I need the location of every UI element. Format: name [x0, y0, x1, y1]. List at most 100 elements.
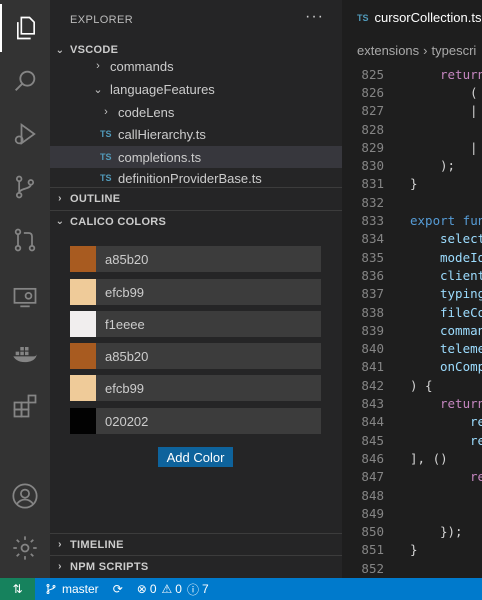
- color-item[interactable]: efcb99: [70, 279, 321, 305]
- color-swatch: [70, 311, 96, 337]
- tree-item-callhierarchy[interactable]: TS callHierarchy.ts: [50, 123, 342, 145]
- sync-icon[interactable]: ⟳: [113, 582, 123, 596]
- editor-tab[interactable]: TS cursorCollection.ts: [342, 0, 482, 35]
- info-count: 7: [201, 582, 209, 596]
- line-text: );: [440, 158, 456, 174]
- search-icon[interactable]: [0, 57, 50, 105]
- branch-status[interactable]: master: [45, 582, 99, 596]
- source-control-icon[interactable]: [0, 163, 50, 211]
- problems-status[interactable]: ⊗ 0 ⚠ 0 ⓘ 7: [137, 581, 209, 598]
- line-text: export fun: [410, 213, 482, 229]
- line-text: select: [440, 231, 482, 247]
- line-text: return: [440, 66, 482, 82]
- extensions-icon[interactable]: [0, 382, 50, 430]
- tree-item-codelens[interactable]: › codeLens: [50, 101, 342, 123]
- code-line: 851}: [342, 541, 482, 559]
- npm-scripts-section-header[interactable]: › NPM SCRIPTS: [50, 555, 342, 577]
- docker-icon[interactable]: [0, 330, 50, 378]
- chevron-right-icon: ›: [96, 60, 100, 72]
- line-text: re: [470, 469, 482, 485]
- color-label: f1eeee: [96, 311, 321, 337]
- tree-item-definitionproviderbase[interactable]: TS definitionProviderBase.ts: [50, 169, 342, 187]
- tree-item-commands[interactable]: › commands: [50, 55, 342, 77]
- line-number: 844: [361, 414, 384, 430]
- line-number: 849: [361, 505, 384, 521]
- line-number: 832: [361, 194, 384, 210]
- typescript-file-icon: TS: [100, 152, 112, 162]
- code-area[interactable]: 825 return 826(827 | 828 829 | 830); 831} 832 833 e…: [342, 65, 482, 578]
- info-icon: ⓘ: [186, 582, 199, 597]
- line-number: 845: [361, 432, 384, 448]
- color-item[interactable]: efcb99: [70, 375, 321, 401]
- chevron-right-icon: ›: [423, 42, 428, 58]
- color-label: a85b20: [96, 343, 321, 369]
- outline-section-header[interactable]: › OUTLINE: [50, 187, 342, 209]
- tree-item-label: commands: [110, 58, 174, 74]
- typescript-file-icon: TS: [100, 173, 112, 183]
- code-line: 840 teleme: [342, 340, 482, 358]
- line-text: modeId: [440, 249, 482, 265]
- line-number: 827: [361, 103, 384, 119]
- status-bar: ⇅ master ⟳ ⊗ 0 ⚠ 0 ⓘ 7: [0, 578, 482, 600]
- settings-gear-icon[interactable]: [0, 524, 50, 572]
- chevron-right-icon: ›: [58, 539, 62, 550]
- code-line: 826 (: [342, 83, 482, 101]
- tree-item-languagefeatures[interactable]: ⌄ languageFeatures: [50, 78, 342, 100]
- line-number: 838: [361, 304, 384, 320]
- code-line: 839 comman: [342, 321, 482, 339]
- npm-scripts-title: NPM SCRIPTS: [70, 560, 149, 573]
- typescript-file-icon: TS: [357, 12, 369, 23]
- color-item[interactable]: a85b20: [70, 343, 321, 369]
- code-line: 834 select: [342, 230, 482, 248]
- line-text: |: [470, 103, 478, 119]
- color-label: 020202: [96, 408, 321, 434]
- calico-colors-section-header[interactable]: ⌄ CALICO COLORS: [50, 210, 342, 232]
- code-line: 837 typing: [342, 285, 482, 303]
- add-color-button[interactable]: Add Color: [158, 447, 233, 467]
- explorer-title: EXPLORER: [70, 14, 134, 26]
- chevron-right-icon: ›: [58, 561, 62, 572]
- code-line: 852: [342, 559, 482, 577]
- line-number: 825: [361, 66, 384, 82]
- breadcrumb-item[interactable]: extensions: [357, 43, 419, 58]
- pull-request-icon[interactable]: [0, 216, 50, 264]
- line-number: 839: [361, 322, 384, 338]
- color-swatch: [70, 343, 96, 369]
- color-item[interactable]: 020202: [70, 408, 321, 434]
- code-line: 832: [342, 193, 482, 211]
- line-number: 835: [361, 249, 384, 265]
- line-number: 840: [361, 341, 384, 357]
- line-number: 837: [361, 286, 384, 302]
- code-line: 850});: [342, 523, 482, 541]
- timeline-section-header[interactable]: › TIMELINE: [50, 533, 342, 555]
- sidebar: EXPLORER ··· ⌄ VSCODE › commands ⌄ langu…: [50, 0, 342, 578]
- breadcrumb: extensions › typescri: [342, 39, 482, 61]
- line-number: 828: [361, 121, 384, 137]
- account-icon[interactable]: [0, 472, 50, 520]
- tree-item-label: completions.ts: [118, 149, 202, 165]
- remote-explorer-icon[interactable]: [0, 273, 50, 321]
- line-text: comman: [440, 322, 482, 338]
- color-label: efcb99: [96, 375, 321, 401]
- line-number: 829: [361, 139, 384, 155]
- calico-colors-title: CALICO COLORS: [70, 215, 167, 228]
- chevron-down-icon: ⌄: [55, 44, 65, 56]
- color-item[interactable]: f1eeee: [70, 311, 321, 337]
- more-actions-icon[interactable]: ···: [305, 8, 324, 26]
- color-swatch: [70, 246, 96, 272]
- line-text: return: [440, 396, 482, 412]
- code-line: 831}: [342, 175, 482, 193]
- tree-item-completions[interactable]: TS completions.ts: [50, 146, 342, 168]
- branch-name: master: [62, 582, 99, 596]
- error-icon: ⊗: [136, 582, 147, 596]
- code-line: 828: [342, 120, 482, 138]
- breadcrumb-item[interactable]: typescri: [432, 43, 477, 58]
- explorer-icon[interactable]: [0, 4, 50, 52]
- line-text: |: [470, 139, 478, 155]
- run-debug-icon[interactable]: [0, 110, 50, 158]
- error-count: 0: [149, 582, 157, 596]
- line-number: 841: [361, 359, 384, 375]
- color-item[interactable]: a85b20: [70, 246, 321, 272]
- remote-indicator-icon[interactable]: ⇅: [0, 578, 35, 600]
- tab-title: cursorCollection.ts: [374, 10, 482, 25]
